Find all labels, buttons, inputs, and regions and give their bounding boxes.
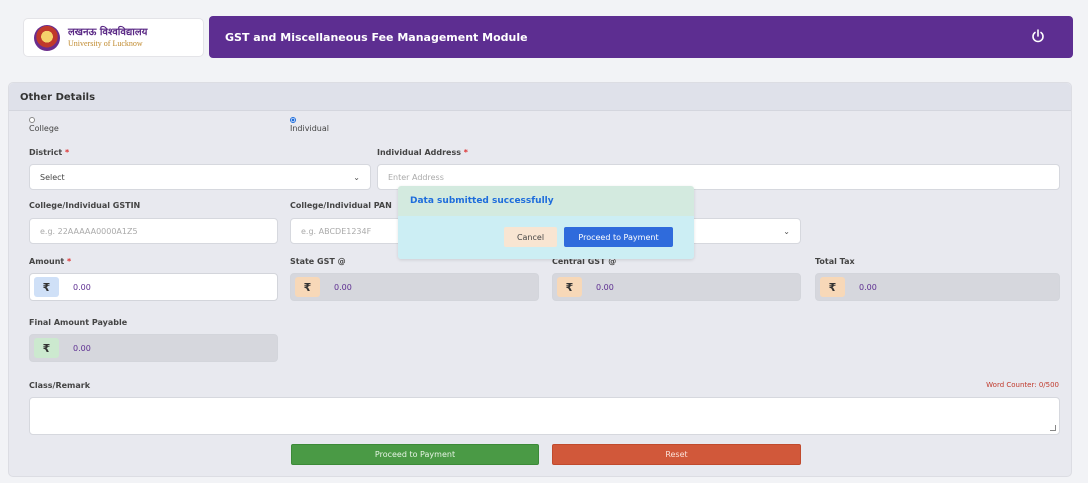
success-dialog: Data submitted successfully Cancel Proce… — [398, 186, 694, 259]
state-gst-input: ₹ 0.00 — [290, 273, 539, 301]
radio-college[interactable] — [29, 117, 35, 123]
amount-input[interactable]: ₹ 0.00 — [29, 273, 278, 301]
top-bar: GST and Miscellaneous Fee Management Mod… — [209, 16, 1073, 58]
gstin-label: College/Individual GSTIN — [29, 201, 141, 210]
amount-label: Amount * — [29, 257, 72, 266]
rupee-icon: ₹ — [820, 277, 845, 297]
proceed-to-payment-button[interactable]: Proceed to Payment — [291, 444, 539, 465]
district-label: District * — [29, 148, 70, 157]
radio-college-group[interactable]: College — [29, 117, 59, 133]
section-title: Other Details — [9, 83, 1071, 111]
power-icon[interactable] — [1031, 29, 1045, 43]
dialog-proceed-button[interactable]: Proceed to Payment — [564, 227, 673, 247]
total-tax-input: ₹ 0.00 — [815, 273, 1060, 301]
radio-individual-label: Individual — [290, 124, 329, 133]
pan-label: College/Individual PAN — [290, 201, 392, 210]
address-label: Individual Address * — [377, 148, 468, 157]
total-tax-label: Total Tax — [815, 257, 855, 266]
chevron-down-icon: ⌄ — [353, 173, 360, 182]
central-gst-input: ₹ 0.00 — [552, 273, 801, 301]
rupee-icon: ₹ — [295, 277, 320, 297]
reset-button[interactable]: Reset — [552, 444, 801, 465]
resize-handle-icon[interactable] — [1050, 425, 1056, 431]
page-title: GST and Miscellaneous Fee Management Mod… — [225, 30, 528, 44]
required-mark: * — [67, 257, 72, 266]
emblem-icon — [34, 24, 60, 51]
logo-english-text: University of Lucknow — [68, 38, 143, 48]
required-mark: * — [65, 148, 70, 157]
word-counter: Word Counter: 0/500 — [986, 381, 1059, 389]
remark-label: Class/Remark — [29, 381, 91, 390]
radio-individual-group[interactable]: Individual — [290, 117, 329, 133]
other-details-card: Other Details College Individual Distric… — [8, 82, 1072, 477]
chevron-down-icon: ⌄ — [783, 227, 790, 236]
logo-hindi-text: लखनऊ विश्वविद्यालय — [68, 27, 148, 39]
gstin-input[interactable]: e.g. 22AAAAA0000A1Z5 — [29, 218, 278, 244]
required-mark: * — [463, 148, 468, 157]
dialog-message: Data submitted successfully — [398, 186, 694, 216]
district-select[interactable]: Select ⌄ — [29, 164, 371, 190]
radio-individual[interactable] — [290, 117, 296, 123]
rupee-icon: ₹ — [557, 277, 582, 297]
rupee-icon: ₹ — [34, 338, 59, 358]
rupee-icon: ₹ — [34, 277, 59, 297]
final-amount-input: ₹ 0.00 — [29, 334, 278, 362]
radio-college-label: College — [29, 124, 59, 133]
final-amount-label: Final Amount Payable — [29, 318, 128, 327]
state-gst-label: State GST @ — [290, 257, 346, 266]
remark-textarea[interactable] — [29, 397, 1060, 435]
dialog-cancel-button[interactable]: Cancel — [504, 227, 557, 247]
university-logo: लखनऊ विश्वविद्यालय University of Lucknow — [23, 18, 204, 57]
